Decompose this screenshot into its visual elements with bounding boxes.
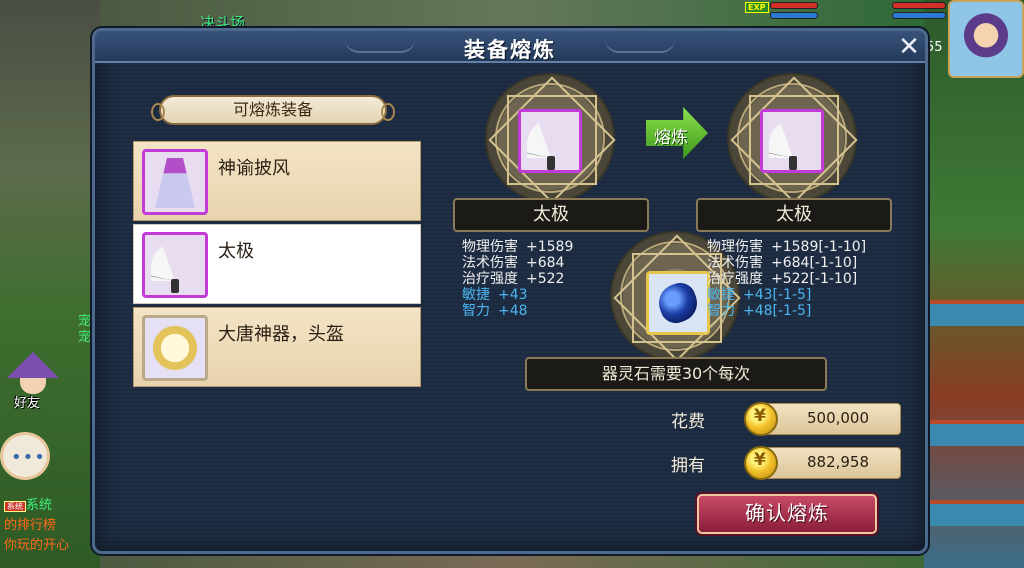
stat-row: 敏捷 +43[-1-5] <box>707 287 866 303</box>
stat-value: +43 <box>498 287 528 303</box>
stat-row: 智力 +48[-1-5] <box>707 303 866 319</box>
owned-label: 拥有 <box>671 456 705 476</box>
fan-icon <box>527 120 575 158</box>
equip-item-taiji[interactable]: 太极 <box>133 224 421 304</box>
stat-value: +43[-1-5] <box>743 287 812 303</box>
result-stats: 物理伤害 +1589[-1-10] 法术伤害 +684[-1-10] 治疗强度 +52… <box>707 239 866 319</box>
dialog-title: 装备熔炼 <box>464 38 556 62</box>
side-text: 宠 <box>78 330 92 345</box>
smelt-dialog: 装备熔炼 ✕ 可熔炼装备 神谕披风 太极 大唐神器，头盔 太极 熔炼 太极 物理… <box>92 28 928 554</box>
fan-icon <box>769 120 817 158</box>
list-header: 可熔炼装备 <box>151 95 395 125</box>
arrow-label: 熔炼 <box>654 128 688 148</box>
result-slot <box>760 109 824 173</box>
owned-bar: 882,958 <box>744 446 901 480</box>
coin-icon <box>744 402 778 436</box>
result-name-plate: 太极 <box>696 198 892 232</box>
player-avatar[interactable] <box>948 0 1024 78</box>
mp-bar <box>892 12 946 19</box>
medal-shape <box>153 326 197 370</box>
chat-dots-icon: ••• <box>11 447 46 468</box>
stat-key: 物理伤害 <box>462 239 518 255</box>
stat-row: 法术伤害 +684[-1-10] <box>707 255 866 271</box>
fan-shape <box>151 243 199 281</box>
equip-name: 太极 <box>218 241 254 262</box>
friends-button[interactable]: 好友 <box>4 352 62 412</box>
roof-decoration <box>928 500 1024 526</box>
scene-right <box>924 0 1024 568</box>
equip-name: 神谕披风 <box>218 158 290 179</box>
roof-decoration <box>928 300 1024 326</box>
straw-hat-icon <box>7 352 59 378</box>
player-status-bars <box>892 2 946 22</box>
fan-handle <box>171 279 179 293</box>
system-message: 系统 系统 <box>4 494 52 513</box>
stat-row: 治疗强度 +522 <box>462 271 573 287</box>
hp-bar <box>892 2 946 9</box>
stat-value: +522[-1-10] <box>771 271 858 287</box>
stat-key: 治疗强度 <box>462 271 518 287</box>
equip-item-helmet[interactable]: 大唐神器，头盔 <box>133 307 421 387</box>
stat-row: 法术伤害 +684 <box>462 255 573 271</box>
mp-bar <box>770 12 818 19</box>
cape-shape <box>155 158 195 208</box>
system-message: 你玩的开心 <box>4 538 70 553</box>
scene-left <box>0 0 100 568</box>
fan-icon <box>142 232 208 298</box>
stone-slot[interactable] <box>646 271 710 335</box>
source-stats: 物理伤害 +1589 法术伤害 +684 治疗强度 +522 敏捷 +43 智力 +48 <box>462 239 573 319</box>
equip-item-cape[interactable]: 神谕披风 <box>133 141 421 221</box>
stone-requirement: 器灵石需要30个每次 <box>525 357 827 391</box>
stat-value: +1589[-1-10] <box>771 239 867 255</box>
stat-value: +684[-1-10] <box>771 255 858 271</box>
equip-name: 大唐神器，头盔 <box>218 324 344 345</box>
stat-value: +48[-1-5] <box>743 303 812 319</box>
owned-value: 882,958 <box>806 453 870 471</box>
stat-value: +48 <box>498 303 528 319</box>
confirm-smelt-button[interactable]: 确认熔炼 <box>697 494 877 534</box>
stat-row: 物理伤害 +1589[-1-10] <box>707 239 866 255</box>
medal-icon <box>142 315 208 381</box>
cape-icon <box>142 149 208 215</box>
cost-bar: 500,000 <box>744 402 901 436</box>
stat-key: 智力 <box>707 303 735 319</box>
fan-handle <box>789 156 797 170</box>
player-level: 55 <box>926 40 943 55</box>
system-tag: 系统 <box>4 501 26 512</box>
cost-label: 花费 <box>671 412 705 432</box>
stat-row: 治疗强度 +522[-1-10] <box>707 271 866 287</box>
stat-value: +684 <box>526 255 565 271</box>
friends-label: 好友 <box>14 396 41 411</box>
stat-key: 物理伤害 <box>707 239 763 255</box>
stat-key: 敏捷 <box>462 287 490 303</box>
stat-key: 法术伤害 <box>462 255 518 271</box>
close-icon[interactable]: ✕ <box>895 33 923 61</box>
chat-button[interactable]: ••• <box>0 432 50 480</box>
fan-handle <box>547 156 555 170</box>
coin-icon <box>744 446 778 480</box>
stat-value: +522 <box>526 271 565 287</box>
spirit-stone-icon <box>653 278 703 328</box>
stat-key: 智力 <box>462 303 490 319</box>
source-slot[interactable] <box>518 109 582 173</box>
dialog-title-bar: 装备熔炼 ✕ <box>95 31 925 63</box>
stat-key: 敏捷 <box>707 287 735 303</box>
roof-decoration <box>928 420 1024 446</box>
pet-status-bars <box>770 2 818 22</box>
stat-key: 治疗强度 <box>707 271 763 287</box>
hp-bar <box>770 2 818 9</box>
stat-row: 敏捷 +43 <box>462 287 573 303</box>
exp-icon: EXP <box>745 2 769 13</box>
source-name-plate: 太极 <box>453 198 649 232</box>
cost-value: 500,000 <box>806 409 870 427</box>
stat-key: 法术伤害 <box>707 255 763 271</box>
stat-row: 智力 +48 <box>462 303 573 319</box>
system-message: 的排行榜 <box>4 518 57 533</box>
stat-row: 物理伤害 +1589 <box>462 239 573 255</box>
system-word: 系统 <box>26 498 53 513</box>
stat-value: +1589 <box>526 239 574 255</box>
